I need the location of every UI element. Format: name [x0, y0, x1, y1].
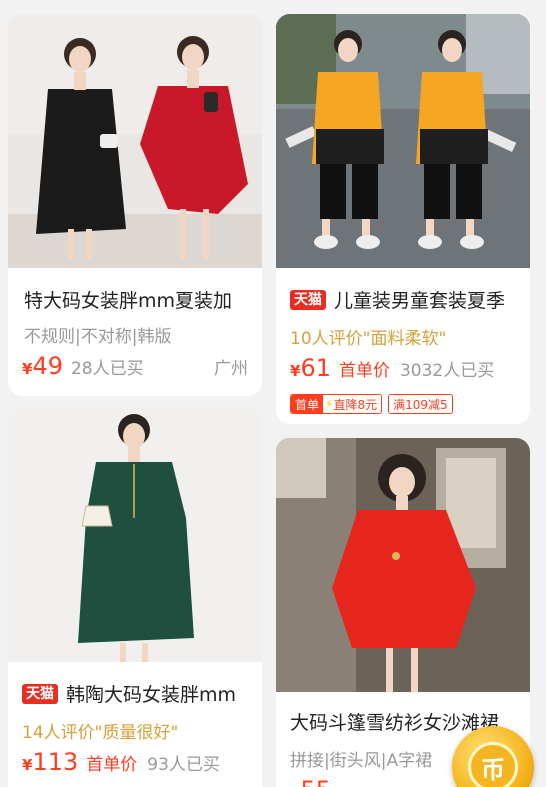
product-title-text: 儿童装男童套装夏季 — [334, 290, 506, 312]
product-title[interactable]: 天猫 儿童装男童套装夏季 — [290, 286, 524, 313]
sold-count: 93人已买 — [147, 755, 220, 775]
product-title-text: 特大码女装胖mm夏装加 — [24, 290, 233, 312]
product-tags: 不规则|不对称|韩版 — [24, 327, 172, 347]
price-row: ¥ 113 首单价 93人已买 — [22, 748, 220, 776]
first-order-price-label: 首单价 — [338, 361, 390, 381]
currency-symbol: ¥ — [22, 756, 33, 774]
lightning-icon: ⚡ — [325, 397, 334, 411]
first-order-label: 首单 — [291, 395, 324, 413]
product-title[interactable]: 天猫 韩陶大码女装胖mm — [22, 680, 256, 707]
tmall-badge: 天猫 — [22, 683, 58, 704]
product-card-1[interactable]: 特大码女装胖mm夏装加 不规则|不对称|韩版 ¥ 49 28人已买 广州 — [8, 14, 262, 396]
price-value: 113 — [32, 748, 79, 776]
discount-badge: 满109减5 — [388, 394, 453, 414]
review-summary: 14人评价"质量很好" — [22, 723, 179, 743]
price-row: ¥ 49 28人已买 广州 — [22, 352, 248, 380]
product-tags: 拼接|街头风|A字裙 — [290, 751, 433, 771]
product-image-1[interactable] — [8, 14, 262, 268]
tmall-badge: 天猫 — [290, 289, 326, 310]
product-image-4[interactable] — [276, 438, 530, 692]
sold-count: 28人已买 — [70, 359, 144, 379]
product-title-text: 大码斗篷雪纺衫女沙滩裙 — [290, 712, 500, 734]
review-summary: 10人评价"面料柔软" — [290, 329, 447, 349]
promo-badges: 首单 ⚡ 直降8元 满109减5 — [290, 394, 453, 414]
currency-symbol: ¥ — [290, 362, 301, 380]
first-order-badge: 首单 ⚡ 直降8元 — [290, 394, 383, 414]
sold-count: 3032人已买 — [399, 361, 495, 381]
direct-drop-text: 直降8元 — [333, 397, 378, 412]
price-value: 55 — [300, 776, 331, 787]
first-order-price-label: 首单价 — [86, 755, 138, 775]
product-image-2[interactable] — [276, 14, 530, 268]
product-title-text: 韩陶大码女装胖mm — [66, 684, 237, 706]
location: 广州 — [214, 359, 248, 379]
price-value: 61 — [300, 354, 331, 382]
coin-inner: 币 — [468, 742, 518, 787]
product-card-2[interactable]: 天猫 儿童装男童套装夏季 10人评价"面料柔软" ¥ 61 首单价 3032人已… — [276, 14, 530, 424]
direct-drop-label: ⚡ 直降8元 — [323, 396, 381, 413]
product-image-3[interactable] — [8, 408, 262, 662]
price-row: ¥ 55 — [290, 776, 339, 787]
currency-symbol: ¥ — [22, 360, 33, 378]
price-row: ¥ 61 首单价 3032人已买 — [290, 354, 494, 382]
product-grid: 特大码女装胖mm夏装加 不规则|不对称|韩版 ¥ 49 28人已买 广州 天猫 … — [0, 0, 546, 787]
product-title[interactable]: 特大码女装胖mm夏装加 — [24, 286, 254, 313]
product-card-3[interactable]: 天猫 韩陶大码女装胖mm 14人评价"质量很好" ¥ 113 首单价 93人已买 — [8, 408, 262, 787]
price-value: 49 — [32, 352, 63, 380]
